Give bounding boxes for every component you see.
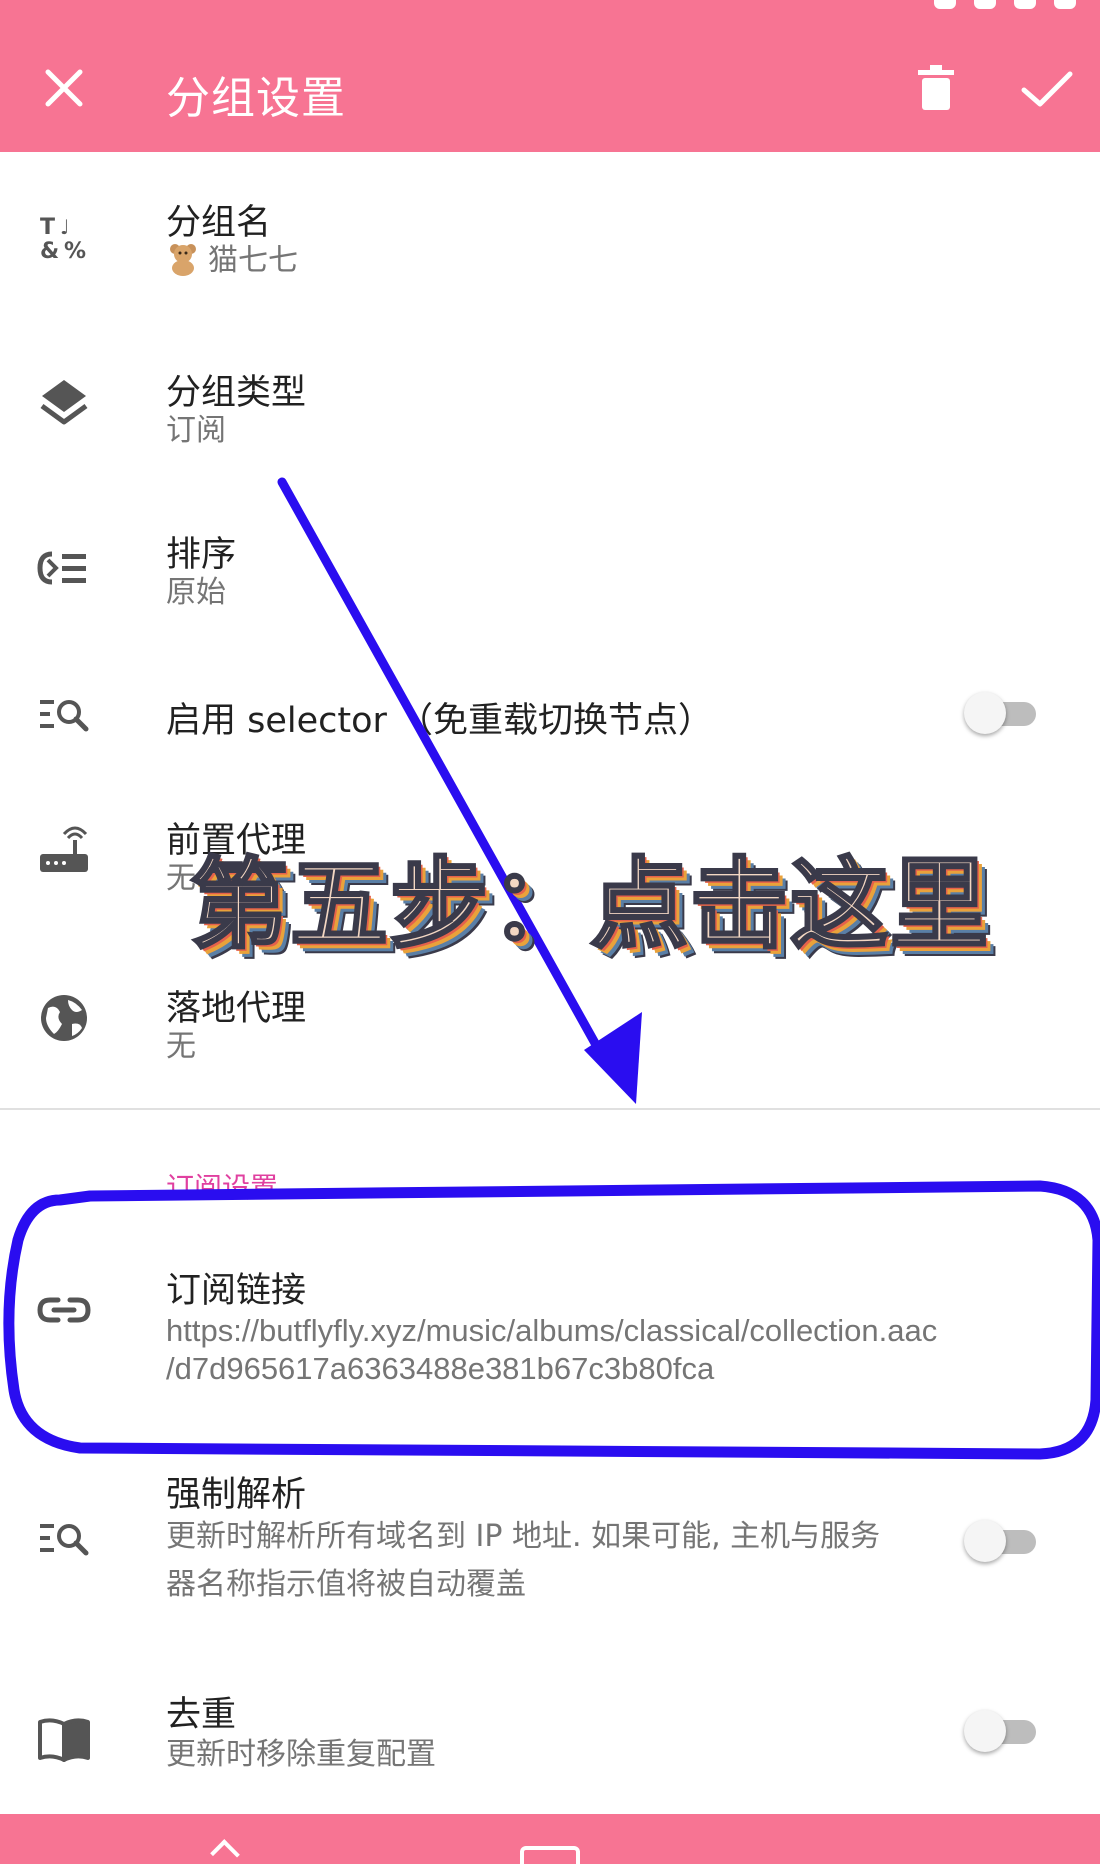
svg-text:%: %	[64, 239, 86, 264]
landing-proxy-title: 落地代理	[166, 989, 307, 1029]
subscription-link-url-line2: /d7d965617a6363488e381b67c3b80fca	[166, 1351, 715, 1386]
text-format-icon: T ♩ & %	[40, 215, 86, 264]
svg-text:♩: ♩	[60, 215, 69, 239]
save-button[interactable]	[1016, 60, 1076, 116]
selector-title: 启用 selector （免重载切换节点）	[166, 701, 714, 741]
subscription-link-title: 订阅链接	[166, 1271, 307, 1311]
force-resolve-desc-line1: 更新时解析所有域名到 IP 地址. 如果可能, 主机与服务	[166, 1519, 881, 1554]
subscription-section-label: 订阅设置	[166, 1171, 279, 1204]
app-bar: 分组设置	[0, 0, 1100, 152]
row-order[interactable]: 排序 原始	[0, 496, 1100, 656]
svg-text:&: &	[40, 239, 59, 264]
delete-button[interactable]	[908, 60, 964, 116]
group-name-value: 猫七七	[208, 243, 298, 278]
status-icons	[916, 0, 1086, 9]
close-icon	[45, 69, 83, 107]
force-resolve-title: 强制解析	[166, 1475, 307, 1515]
search-list-icon	[40, 700, 89, 732]
toggle-thumb	[964, 1710, 1006, 1752]
teddy-bear-icon	[170, 244, 196, 276]
force-resolve-toggle[interactable]	[960, 1516, 1040, 1564]
toggle-thumb	[964, 1520, 1006, 1562]
link-icon	[37, 1297, 91, 1323]
row-group-name[interactable]: T ♩ & % 分组名 猫七七	[0, 160, 1100, 320]
landing-proxy-value: 无	[166, 1029, 196, 1064]
check-icon	[1021, 71, 1073, 107]
subscription-link-url-line1: https://butflyfly.xyz/music/albums/class…	[166, 1313, 938, 1348]
row-dedup[interactable]: 去重 更新时移除重复配置	[0, 1660, 1100, 1810]
group-name-value-line: 猫七七	[166, 242, 298, 280]
status-bar	[0, 0, 1100, 12]
group-type-value: 订阅	[166, 413, 226, 448]
delete-icon	[918, 65, 954, 110]
toggle-thumb	[964, 692, 1006, 734]
globe-icon	[41, 995, 87, 1041]
dedup-toggle[interactable]	[960, 1706, 1040, 1754]
row-landing-proxy[interactable]: 落地代理 无	[0, 944, 1100, 1104]
row-subscription-link[interactable]: 订阅链接 https://butflyfly.xyz/music/albums/…	[0, 1232, 1100, 1412]
search-list-icon	[40, 1524, 89, 1556]
page-title: 分组设置	[166, 73, 346, 124]
order-value: 原始	[166, 575, 226, 610]
selector-toggle[interactable]	[960, 688, 1040, 736]
section-divider	[0, 1108, 1100, 1110]
row-force-resolve[interactable]: 强制解析 更新时解析所有域名到 IP 地址. 如果可能, 主机与服务 器名称指示…	[0, 1460, 1100, 1620]
dedup-desc: 更新时移除重复配置	[166, 1737, 436, 1772]
group-name-title: 分组名	[166, 203, 272, 243]
svg-text:T: T	[40, 215, 55, 240]
book-icon	[38, 1718, 90, 1762]
home-nav-icon[interactable]	[520, 1846, 580, 1864]
force-resolve-desc-line2: 器名称指示值将被自动覆盖	[166, 1567, 526, 1602]
dedup-title: 去重	[166, 1695, 237, 1735]
row-selector[interactable]: 启用 selector （免重载切换节点）	[0, 664, 1100, 764]
layers-icon	[40, 380, 88, 425]
sort-icon	[37, 551, 86, 585]
bottom-bar	[0, 1814, 1100, 1864]
close-button[interactable]	[36, 60, 92, 116]
tutorial-banner: 第五步：点击这里	[188, 847, 991, 964]
order-title: 排序	[166, 535, 237, 575]
group-type-title: 分组类型	[166, 373, 307, 413]
row-group-type[interactable]: 分组类型 订阅	[0, 330, 1100, 490]
router-icon	[40, 826, 88, 872]
back-nav-icon[interactable]	[210, 1839, 240, 1864]
